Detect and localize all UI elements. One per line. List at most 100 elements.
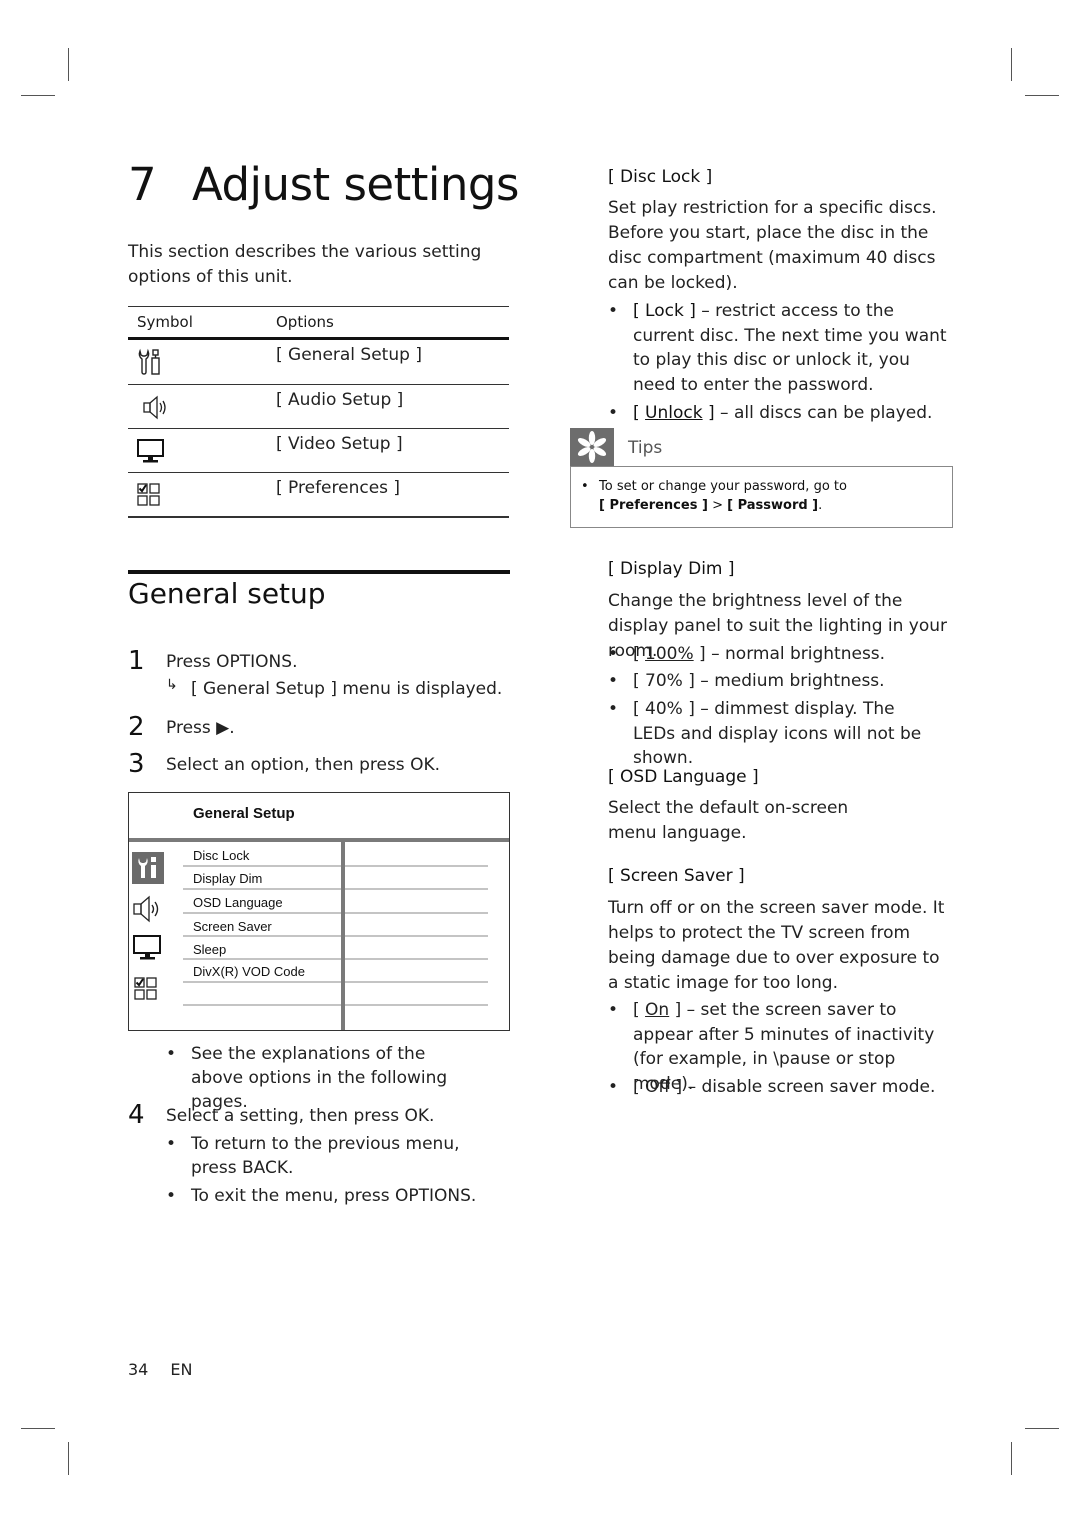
step-text: Press ▶. xyxy=(166,718,235,738)
page-number: 34 xyxy=(128,1360,149,1379)
preferences-icon[interactable] xyxy=(132,975,164,1007)
option-general-setup: [ General Setup ] xyxy=(276,345,422,365)
menu-row-line xyxy=(183,912,341,914)
tips-path-end: . xyxy=(818,498,823,513)
step-text: Select an option, then press OK. xyxy=(166,755,441,775)
video-setup-icon[interactable] xyxy=(132,933,164,965)
bullet-icon: • xyxy=(166,1044,177,1064)
crop-mark xyxy=(68,1442,69,1475)
tips-icon xyxy=(570,428,614,466)
symbol-table: Symbol Options [ General Setup ] [ Audio… xyxy=(128,306,509,518)
preferences-icon xyxy=(137,483,160,506)
menu-item-divx-vod-code[interactable]: DivX(R) VOD Code xyxy=(193,964,305,979)
table-row: [ Video Setup ] xyxy=(128,429,509,473)
general-setup-icon xyxy=(138,348,160,375)
menu-value-line xyxy=(345,958,488,960)
option-label-100: 100% xyxy=(645,644,694,664)
crop-mark xyxy=(1011,1442,1012,1475)
menu-value-line xyxy=(345,888,488,890)
list-item: • [ 40% ] – dimmest display. The LEDs an… xyxy=(608,699,922,768)
menu-header-bar xyxy=(129,838,509,842)
bullet-icon: • xyxy=(608,403,619,423)
table-row: [ Audio Setup ] xyxy=(128,385,509,429)
option-desc: – disable screen saver mode. xyxy=(687,1077,936,1097)
page-footer: 34 EN xyxy=(128,1360,214,1379)
crop-mark xyxy=(1025,95,1059,96)
step-number: 3 xyxy=(128,749,145,779)
bullet-text: See the explanations of the above option… xyxy=(191,1044,448,1112)
menu-value-line xyxy=(345,1004,488,1006)
general-setup-menu: General Setup Disc Lock Display Dim OSD … xyxy=(128,792,510,1031)
bullet-icon: • xyxy=(608,644,619,664)
option-desc: – medium brightness. xyxy=(700,671,885,691)
step-number: 4 xyxy=(128,1100,145,1130)
disc-lock-description: Set play restriction for a specific disc… xyxy=(608,198,937,293)
menu-row-line xyxy=(183,1004,341,1006)
menu-item-disc-lock[interactable]: Disc Lock xyxy=(193,848,249,863)
list-item: • [ Off ] – disable screen saver mode. xyxy=(608,1075,953,1100)
menu-item-sleep[interactable]: Sleep xyxy=(193,942,226,957)
result-arrow-icon: ↳ xyxy=(166,677,178,693)
option-desc: – all discs can be played. xyxy=(720,403,933,423)
language-code: EN xyxy=(170,1360,193,1379)
menu-value-line xyxy=(345,935,488,937)
menu-value-line xyxy=(345,865,488,867)
list-item: • [ 70% ] – medium brightness. xyxy=(608,669,953,694)
menu-value-line xyxy=(345,981,488,983)
chapter-title: 7 Adjust settings xyxy=(128,158,519,211)
disc-lock-heading: [ Disc Lock ] xyxy=(608,167,713,187)
option-label-70: 70% xyxy=(645,671,683,691)
menu-row-line xyxy=(183,888,341,890)
header-options: Options xyxy=(276,313,334,331)
option-audio-setup: [ Audio Setup ] xyxy=(276,390,404,410)
step-text: Select a setting, then press OK. xyxy=(166,1106,435,1126)
list-item: • [ 100% ] – normal brightness. xyxy=(608,642,953,667)
menu-value-line xyxy=(345,912,488,914)
osd-language-heading: [ OSD Language ] xyxy=(608,767,759,787)
osd-language-description: Select the default on-screen menu langua… xyxy=(608,798,849,843)
chapter-number: 7 xyxy=(128,158,157,211)
bullet-icon: • xyxy=(608,1000,619,1020)
general-setup-icon[interactable] xyxy=(132,852,164,884)
table-row: [ General Setup ] xyxy=(128,340,509,385)
bullet-text: To exit the menu, press OPTIONS. xyxy=(191,1186,477,1206)
crop-mark xyxy=(21,1428,55,1429)
menu-row-line xyxy=(183,958,341,960)
audio-setup-icon[interactable] xyxy=(132,893,164,925)
menu-item-osd-language[interactable]: OSD Language xyxy=(193,895,283,910)
video-setup-icon xyxy=(137,439,164,463)
menu-row-line xyxy=(183,865,341,867)
step-number: 2 xyxy=(128,712,145,742)
list-item: • [ Lock ] – restrict access to the curr… xyxy=(608,299,953,397)
crop-mark xyxy=(1025,1428,1059,1429)
bullet-icon: • xyxy=(581,479,589,494)
tips-box: • To set or change your password, go to … xyxy=(570,466,953,528)
section-divider xyxy=(128,570,510,574)
section-title: General setup xyxy=(128,577,326,610)
menu-item-display-dim[interactable]: Display Dim xyxy=(193,871,262,886)
table-row: [ Preferences ] xyxy=(128,473,509,518)
tips-label: Tips xyxy=(628,438,663,458)
bullet-icon: • xyxy=(608,301,619,321)
step-result-text: [ General Setup ] menu is displayed. xyxy=(191,679,503,699)
option-label-unlock: Unlock xyxy=(645,403,703,423)
tips-path-preferences: [ Preferences ] xyxy=(599,498,708,513)
option-label-lock: [ Lock ] xyxy=(633,301,696,321)
audio-setup-icon xyxy=(143,395,166,420)
menu-row-line xyxy=(183,935,341,937)
bullet-icon: • xyxy=(166,1186,177,1206)
option-video-setup: [ Video Setup ] xyxy=(276,434,403,454)
option-label-off: Off xyxy=(645,1077,671,1097)
tips-path-password: [ Password ] xyxy=(727,498,819,513)
screen-saver-description: Turn off or on the screen saver mode. It… xyxy=(608,898,945,993)
menu-item-screen-saver[interactable]: Screen Saver xyxy=(193,919,272,934)
screen-saver-heading: [ Screen Saver ] xyxy=(608,866,745,886)
symbol-table-header: Symbol Options xyxy=(128,306,509,340)
bullet-text: To return to the previous menu, press BA… xyxy=(191,1134,460,1178)
crop-mark xyxy=(21,95,55,96)
bullet-icon: • xyxy=(166,1134,177,1154)
tips-path-separator: > xyxy=(712,498,723,513)
step-number: 1 xyxy=(128,646,145,676)
crop-mark xyxy=(68,48,69,81)
option-preferences: [ Preferences ] xyxy=(276,478,401,498)
